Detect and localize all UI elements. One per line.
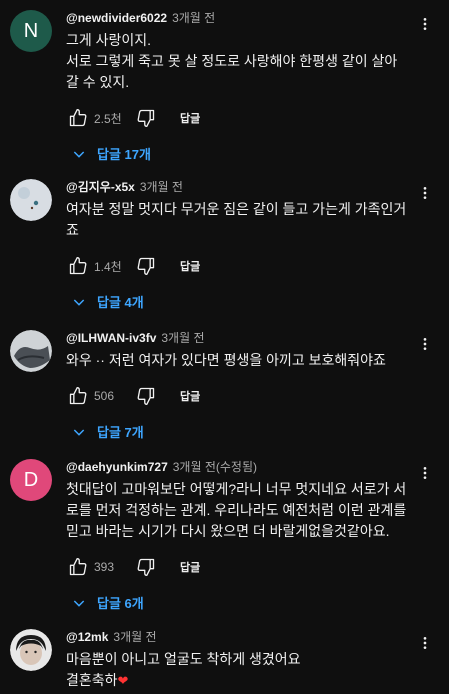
comment-line: 여자분 정말 멋지다 무거운 짐은 같이 들고 가는게 가족인거: [66, 201, 407, 217]
thumbs-down-icon: [137, 558, 155, 576]
replies-label: 답글 4개: [97, 295, 144, 310]
avatar[interactable]: [10, 330, 52, 372]
comment-line: 서로 그렇게 죽고 못 살 정도로 사랑해야 한평생 같이 살아: [66, 53, 398, 69]
thumbs-down-icon: [137, 387, 155, 405]
avatar[interactable]: [10, 179, 52, 221]
reply-button[interactable]: 답글: [180, 258, 200, 274]
more-options-button[interactable]: [415, 12, 435, 36]
view-replies-button[interactable]: 답글 6개: [71, 593, 413, 612]
more-vert-icon: [423, 338, 427, 350]
like-count: 506: [94, 389, 115, 403]
thumbs-up-icon: [69, 387, 87, 405]
comment-line-text: 결혼축하: [66, 672, 118, 688]
comment-text: 여자분 정말 멋지다 무거운 짐은 같이 들고 가는게 가족인거 죠: [66, 199, 413, 241]
comment-list: N @newdivider6022 3개월 전 그게 사랑이지. 서로 그렇게 죽…: [0, 0, 449, 694]
chevron-down-icon: [73, 150, 85, 158]
comment-line: 죠: [66, 222, 79, 238]
like-count: 393: [94, 560, 115, 574]
thumbs-up-icon: [69, 109, 87, 127]
like-button[interactable]: [66, 254, 90, 278]
view-replies-button[interactable]: 답글 4개: [71, 292, 413, 311]
avatar[interactable]: [10, 629, 52, 671]
comment-line: 마음뿐이 아니고 얼굴도 착하게 생겼어요: [66, 651, 301, 667]
heart-icon: ❤: [117, 673, 129, 688]
photo-avatar-icon: [10, 179, 52, 221]
comment-text: 첫대답이 고마워보단 어떻게?라니 너무 멋지네요 서로가 서 로를 먼저 걱정…: [66, 479, 413, 542]
reply-button[interactable]: 답글: [180, 388, 200, 404]
comment-line: 갈 수 있지.: [66, 74, 130, 90]
chevron-down-icon: [73, 599, 85, 607]
comment-line: 믿고 바라는 시기가 다시 왔으면 더 바랄게없을것같아요.: [66, 523, 390, 539]
comment-time[interactable]: 3개월 전: [161, 331, 204, 345]
thumbs-up-icon: [69, 558, 87, 576]
comment-text: 그게 사랑이지. 서로 그렇게 죽고 못 살 정도로 사랑해야 한평생 같이 살…: [66, 30, 413, 93]
comment-line: 그게 사랑이지.: [66, 32, 152, 48]
avatar-letter: N: [23, 19, 39, 42]
chevron-down-icon: [73, 428, 85, 436]
more-vert-icon: [423, 637, 427, 649]
comment-author[interactable]: @12mk: [66, 630, 108, 644]
avatar-letter: D: [23, 468, 39, 491]
more-vert-icon: [423, 467, 427, 479]
comment-text: 마음뿐이 아니고 얼굴도 착하게 생겼어요 결혼축하❤: [66, 649, 413, 691]
more-options-button[interactable]: [415, 332, 435, 356]
more-vert-icon: [423, 187, 427, 199]
dislike-button[interactable]: [134, 555, 158, 579]
comment-time[interactable]: 3개월 전: [140, 180, 183, 194]
like-button[interactable]: [66, 106, 90, 130]
more-vert-icon: [423, 18, 427, 30]
comment-time[interactable]: 3개월 전: [113, 630, 156, 644]
thumbs-down-icon: [137, 109, 155, 128]
more-options-button[interactable]: [415, 461, 435, 485]
comment-line: 와우 ·· 저런 여자가 있다면 평생을 아끼고 보호해줘야죠: [66, 352, 386, 368]
reply-button[interactable]: 답글: [180, 110, 200, 126]
reply-button[interactable]: 답글: [180, 559, 200, 575]
chevron-down-icon: [73, 298, 85, 306]
comment-author[interactable]: @newdivider6022: [66, 11, 167, 25]
like-count: 1.4천: [94, 259, 122, 274]
like-button[interactable]: [66, 384, 90, 408]
avatar[interactable]: N: [10, 10, 52, 52]
comment-line: 로를 먼저 걱정하는 관계. 우리나라도 예전처럼 이런 관계를: [66, 502, 407, 518]
comment-line: 첫대답이 고마워보단 어떻게?라니 너무 멋지네요 서로가 서: [66, 481, 407, 497]
more-options-button[interactable]: [415, 181, 435, 205]
comment-author[interactable]: @김지우-x5x: [66, 180, 135, 194]
dislike-button[interactable]: [134, 106, 158, 130]
comment-time[interactable]: 3개월 전: [172, 11, 215, 25]
like-button[interactable]: [66, 555, 90, 579]
comment-line: 결혼축하❤: [66, 670, 413, 691]
comment-author[interactable]: @ILHWAN-iv3fv: [66, 331, 156, 345]
dislike-button[interactable]: [134, 384, 158, 408]
photo-avatar-icon: [10, 330, 52, 372]
comment-time[interactable]: 3개월 전(수정됨): [173, 460, 257, 474]
view-replies-button[interactable]: 답글 7개: [71, 422, 413, 441]
avatar[interactable]: D: [10, 459, 52, 501]
photo-avatar-icon: [10, 629, 52, 671]
replies-label: 답글 7개: [97, 425, 144, 440]
thumbs-up-icon: [69, 257, 87, 275]
comment-text: 와우 ·· 저런 여자가 있다면 평생을 아끼고 보호해줘야죠: [66, 350, 413, 371]
view-replies-button[interactable]: 답글 17개: [71, 144, 413, 163]
dislike-button[interactable]: [134, 254, 158, 278]
comment-author[interactable]: @daehyunkim727: [66, 460, 168, 474]
replies-label: 답글 6개: [97, 596, 144, 611]
thumbs-down-icon: [137, 257, 155, 275]
like-count: 2.5천: [94, 111, 122, 126]
more-options-button[interactable]: [415, 631, 435, 655]
replies-label: 답글 17개: [97, 147, 151, 162]
